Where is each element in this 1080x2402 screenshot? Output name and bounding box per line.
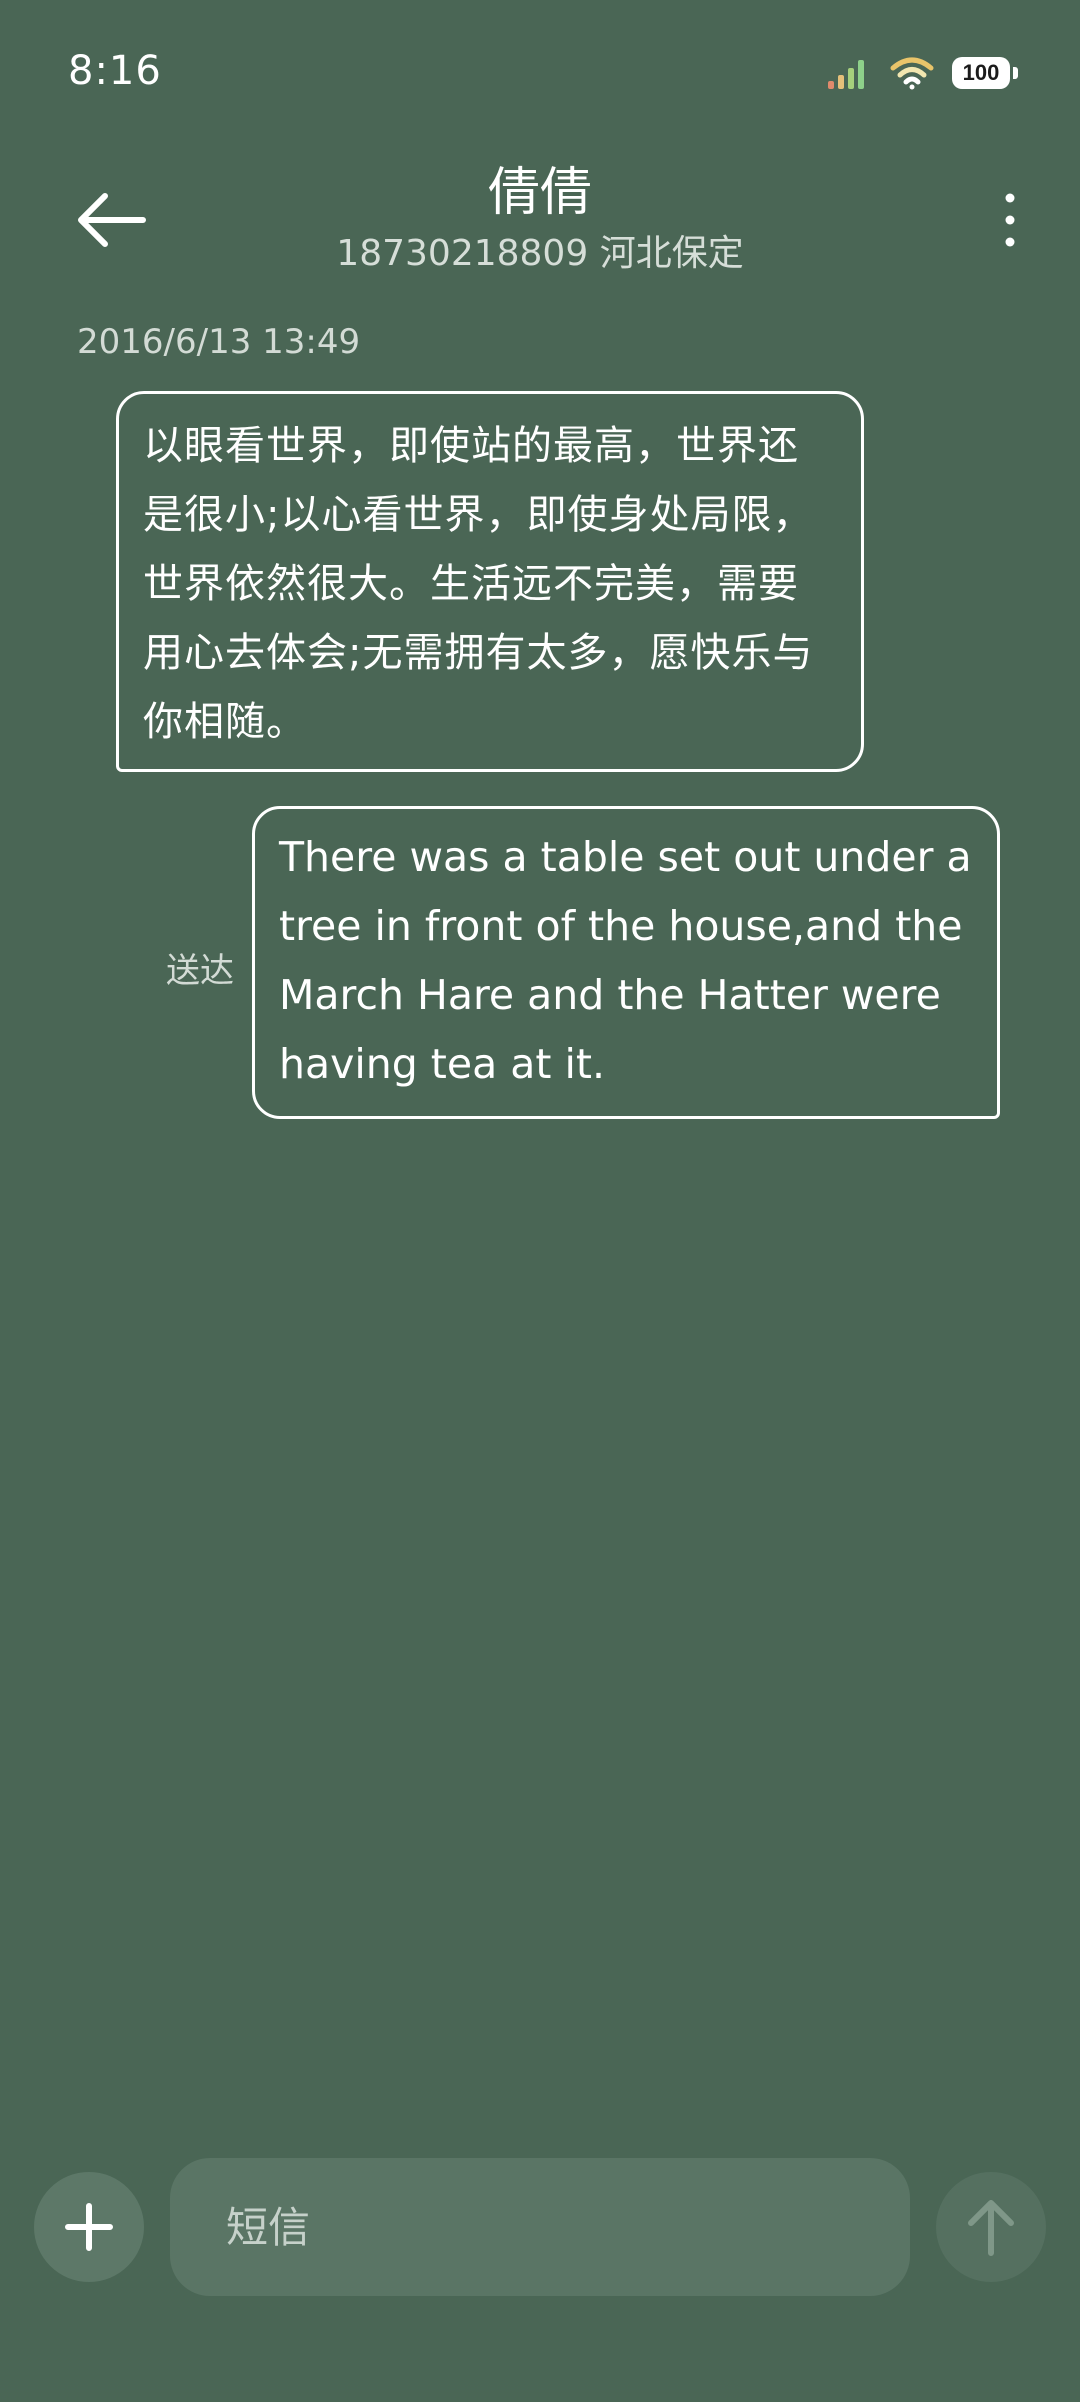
signal-bars-icon: [828, 60, 864, 89]
contact-name: 倩倩: [487, 163, 592, 223]
contact-detail: 18730218809 河北保定: [336, 233, 744, 274]
arrow-up-icon: [968, 2200, 1014, 2256]
incoming-message-bubble[interactable]: 以眼看世界，即使站的最高，世界还是很小;以心看世界，即使身处局限，世界依然很大。…: [116, 391, 864, 772]
outgoing-message-bubble[interactable]: There was a table set out under a tree i…: [252, 806, 1000, 1119]
more-vertical-icon: [1005, 193, 1015, 247]
add-attachment-button[interactable]: [34, 2172, 144, 2282]
delivery-status: 送达: [166, 951, 234, 991]
more-options-button[interactable]: [980, 180, 1040, 260]
message-text: There was a table set out under a tree i…: [279, 833, 972, 1088]
message-text: 以眼看世界，即使站的最高，世界还是很小;以心看世界，即使身处局限，世界依然很大。…: [143, 423, 814, 745]
battery-indicator: 100: [952, 57, 1018, 89]
conversation-header: 倩倩 18730218809 河北保定: [0, 140, 1080, 290]
send-button[interactable]: [936, 2172, 1046, 2282]
status-icons: 100: [826, 55, 1018, 91]
messaging-screen: 8:16 100 倩倩 18730218809 河北保定 2016/6/13 1…: [0, 0, 1080, 2402]
message-timestamp: 2016/6/13 13:49: [77, 322, 361, 362]
status-bar: 8:16 100: [0, 0, 1080, 150]
wifi-icon: [890, 57, 934, 90]
plus-icon: [65, 2203, 113, 2251]
message-input[interactable]: [170, 2158, 910, 2296]
status-time: 8:16: [68, 48, 162, 94]
